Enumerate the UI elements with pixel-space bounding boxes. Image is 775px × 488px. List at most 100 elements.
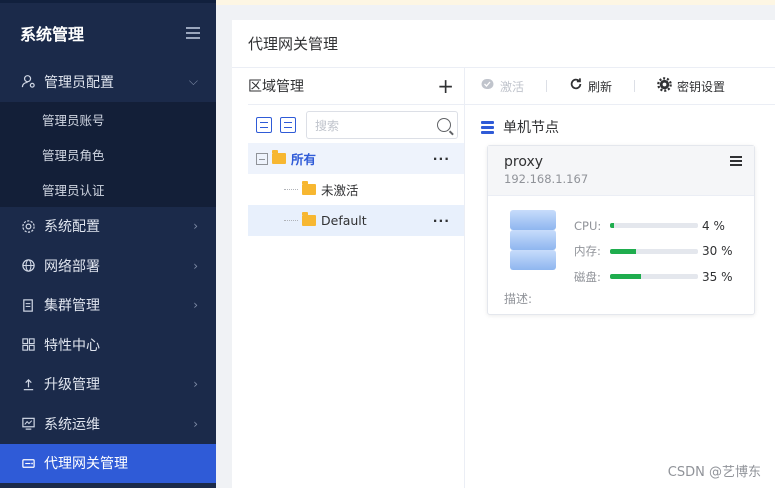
node-view: 激活 刷新 密钥设置 单机节点 proxy 192.168.1.167 CPU:… [465,68,775,488]
sidebar-item-label: 代理网关管理 [44,456,128,473]
node-ip: 192.168.1.167 [504,172,589,186]
sidebar-item-proxy-gateway[interactable]: 代理网关管理 [0,443,216,483]
node-menu-icon[interactable] [730,156,742,166]
toolbar: 激活 刷新 密钥设置 [465,68,775,105]
monitor-icon [20,416,36,432]
toolbar-divider [634,80,636,92]
activate-label: 激活 [500,79,525,94]
sidebar-item-ops[interactable]: 系统运维 › [0,404,216,444]
metric-bar-fill [610,223,614,229]
more-options-icon[interactable]: ··· [433,151,450,166]
metric-bar [610,248,698,254]
node-name: proxy [504,154,544,170]
folder-open-icon [272,150,286,164]
tree-node-label: 所有 [291,152,317,167]
zone-tree-header: 区域管理 + [248,68,464,105]
sidebar-item-network-deploy[interactable]: 网络部署 › [0,246,216,286]
server-list-icon [481,120,494,134]
zone-tree-panel: 区域管理 + 搜索 所有 ··· 未激活 Default ··· [248,68,464,488]
gear-icon [657,76,672,96]
sidebar-item-admin-config[interactable]: 管理员配置 ⌵ [0,62,216,102]
zone-search-row: 搜索 [248,107,464,143]
section-title: 单机节点 [503,120,559,136]
zone-tree-title: 区域管理 [248,79,304,95]
sidebar-subitem-admin-account[interactable]: 管理员账号 [0,102,216,137]
tree-node-label: Default [321,213,367,228]
metric-memory: 内存: 30 % [574,239,733,265]
chevron-right-icon: › [193,258,198,273]
node-card-header: proxy 192.168.1.167 [488,146,754,196]
refresh-label: 刷新 [588,79,613,94]
tree-node-label: 未激活 [321,183,359,198]
sidebar-item-label: 集群管理 [44,298,100,315]
section-header: 单机节点 [465,117,775,137]
key-settings-button[interactable]: 密钥设置 [657,76,726,96]
top-notice-strip [216,0,775,5]
folder-icon [302,212,316,226]
admin-config-submenu: 管理员账号 管理员角色 管理员认证 [0,101,216,207]
sidebar-subitem-admin-role[interactable]: 管理员角色 [0,137,216,172]
gateway-icon [20,455,36,471]
sidebar-header: 系统管理 [0,0,216,62]
tree-guide-line [284,220,298,221]
main-panel: 代理网关管理 区域管理 + 搜索 所有 ··· 未激活 Default ··· … [232,20,775,488]
sidebar-item-label: 管理员配置 [44,74,114,91]
chevron-right-icon: › [193,377,198,392]
more-options-icon[interactable]: ··· [433,213,450,228]
tree-node-all[interactable]: 所有 ··· [248,143,464,174]
sidebar-item-system-config[interactable]: 系统配置 › [0,207,216,247]
user-settings-icon [20,74,36,90]
metric-cpu: CPU: 4 % [574,213,733,239]
node-card[interactable]: proxy 192.168.1.167 CPU: 4 % 内存: 30 % 磁盘… [487,145,755,315]
expand-all-icon[interactable] [256,117,272,133]
collapse-node-icon[interactable] [256,152,268,165]
metric-value: 35 % [702,269,733,284]
collapse-all-icon[interactable] [280,117,296,133]
metric-label: 内存: [574,244,601,259]
sidebar-item-cluster[interactable]: 集群管理 › [0,286,216,326]
node-description-label: 描述: [504,292,533,306]
sidebar-item-label: 特性中心 [44,337,100,354]
tree-node-inactive[interactable]: 未激活 [248,174,464,205]
sidebar-subitem-admin-auth[interactable]: 管理员认证 [0,172,216,207]
node-metrics: CPU: 4 % 内存: 30 % 磁盘: 35 % [574,213,733,290]
cluster-icon [20,297,36,313]
metric-bar-fill [610,274,641,280]
sidebar-title: 系统管理 [20,24,85,44]
sidebar-item-label: 系统运维 [44,416,100,433]
activate-button[interactable]: 激活 [481,78,524,95]
metric-value: 4 % [702,218,725,233]
folder-icon [302,181,316,195]
metric-bar-fill [610,248,637,254]
chevron-down-icon: ⌵ [188,74,198,89]
sidebar: 系统管理 管理员配置 ⌵ 管理员账号 管理员角色 管理员认证 系统配置 › 网络… [0,0,216,488]
grid-icon [20,337,36,353]
refresh-icon [569,77,583,95]
zone-search-input[interactable]: 搜索 [306,111,458,139]
page-title: 代理网关管理 [232,20,775,68]
chevron-right-icon: › [193,298,198,313]
collapse-menu-icon[interactable] [186,26,200,39]
chevron-right-icon: › [193,219,198,234]
metric-label: 磁盘: [574,269,601,284]
key-settings-label: 密钥设置 [677,79,726,94]
sidebar-item-label: 升级管理 [44,377,100,394]
add-zone-button[interactable]: + [437,76,454,96]
refresh-button[interactable]: 刷新 [569,77,612,95]
sidebar-item-label: 网络部署 [44,258,100,275]
server-stack-icon [510,210,556,270]
sidebar-item-upgrade[interactable]: 升级管理 › [0,365,216,405]
metric-label: CPU: [574,218,602,233]
metric-bar [610,223,698,229]
tree-guide-line [284,189,298,190]
search-icon[interactable] [437,118,451,132]
upload-icon [20,376,36,392]
tree-node-default[interactable]: Default ··· [248,205,464,236]
activate-icon [481,78,495,94]
watermark: CSDN @艺博东 [667,465,761,480]
toolbar-divider [546,80,548,92]
sidebar-item-feature-center[interactable]: 特性中心 [0,325,216,365]
metric-disk: 磁盘: 35 % [574,264,733,290]
chevron-right-icon: › [193,416,198,431]
metric-value: 30 % [702,244,733,259]
